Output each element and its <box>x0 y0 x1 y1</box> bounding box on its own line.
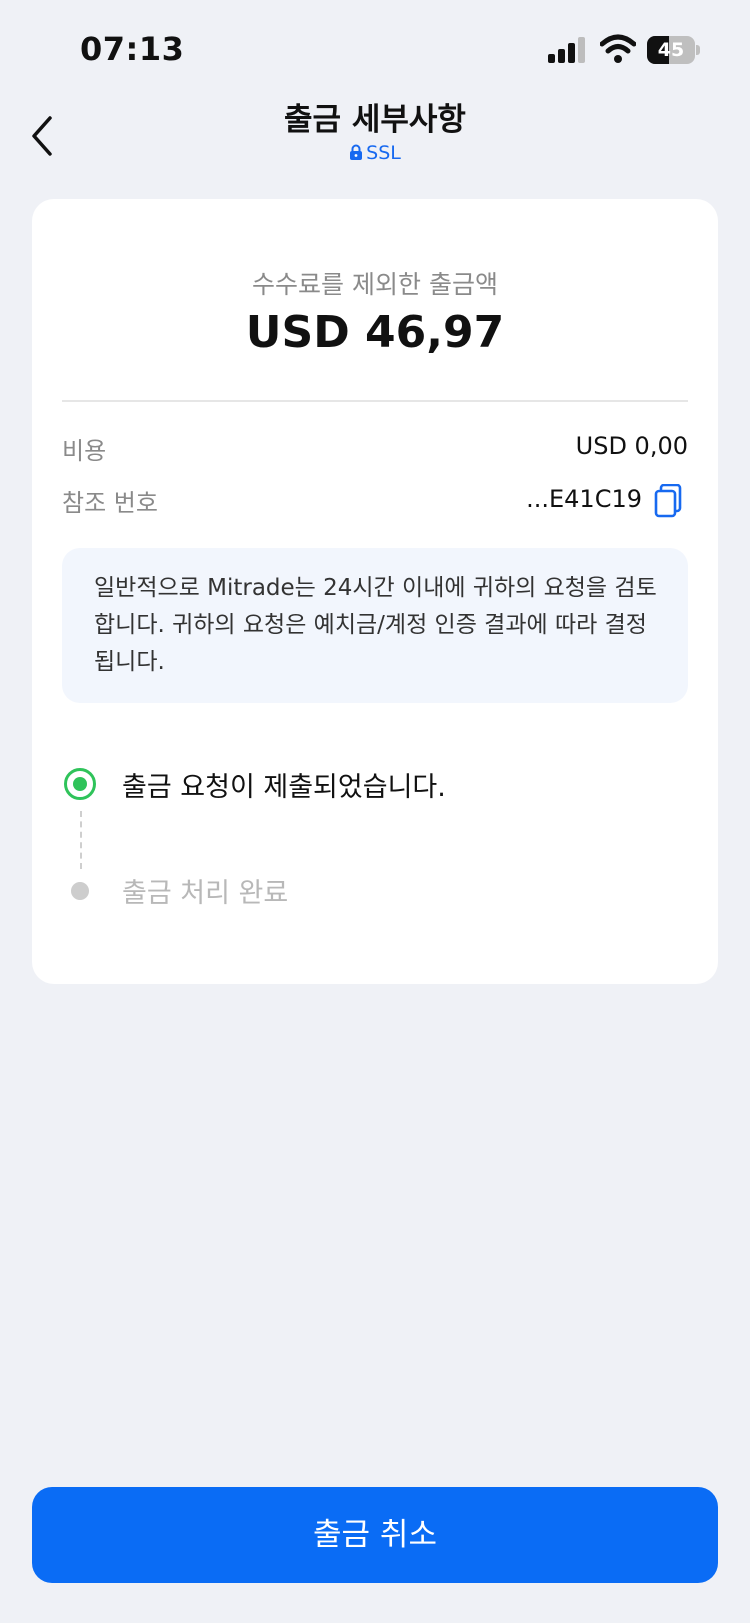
battery-icon: 45 <box>647 36 700 64</box>
notice-text: 일반적으로 Mitrade는 24시간 이내에 귀하의 요청을 검토합니다. 귀… <box>94 575 657 675</box>
cellular-signal-icon <box>548 37 588 63</box>
step-completed-indicator <box>64 768 96 800</box>
page-title: 출금 세부사항 <box>284 102 466 138</box>
step-connector <box>80 811 82 869</box>
ssl-label: SSL <box>366 142 401 164</box>
withdrawal-details-card: 수수료를 제외한 출금액 USD 46,97 비용 USD 0,00 참조 번호… <box>32 199 718 984</box>
status-bar: 07:13 45 <box>0 0 750 100</box>
net-amount-label: 수수료를 제외한 출금액 <box>252 270 498 299</box>
fee-label: 비용 <box>62 437 107 465</box>
reference-value[interactable]: ...E41C19 <box>526 485 642 513</box>
divider <box>62 400 688 402</box>
status-time: 07:13 <box>80 30 185 68</box>
step-submitted-label: 출금 요청이 제출되었습니다. <box>122 772 446 803</box>
nav-header: 출금 세부사항 SSL <box>0 90 750 180</box>
step-completed-label: 출금 처리 완료 <box>122 878 289 909</box>
battery-level: 45 <box>657 39 685 61</box>
net-amount-value: USD 46,97 <box>245 307 505 358</box>
notice-box: 일반적으로 Mitrade는 24시간 이내에 귀하의 요청을 검토합니다. 귀… <box>62 548 688 703</box>
lock-icon <box>350 144 363 160</box>
reference-label: 참조 번호 <box>62 489 158 517</box>
copy-icon[interactable] <box>652 484 684 518</box>
step-pending-indicator <box>71 882 89 900</box>
ssl-badge: SSL <box>0 142 750 164</box>
cancel-withdrawal-button[interactable]: 출금 취소 <box>32 1487 718 1583</box>
wifi-icon <box>600 34 636 63</box>
fee-value: USD 0,00 <box>575 432 688 460</box>
